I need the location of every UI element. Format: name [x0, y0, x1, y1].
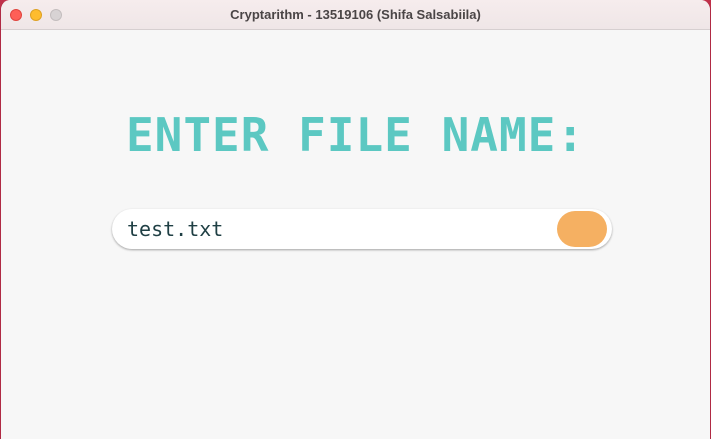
submit-button[interactable] [557, 211, 607, 247]
page-heading: ENTER FILE NAME: [125, 108, 586, 162]
window-title: Cryptarithm - 13519106 (Shifa Salsabiila… [230, 7, 481, 22]
title-bar: Cryptarithm - 13519106 (Shifa Salsabiila… [1, 0, 710, 30]
filename-input[interactable] [127, 209, 547, 249]
filename-input-container [112, 209, 612, 249]
app-window: Cryptarithm - 13519106 (Shifa Salsabiila… [0, 0, 711, 439]
